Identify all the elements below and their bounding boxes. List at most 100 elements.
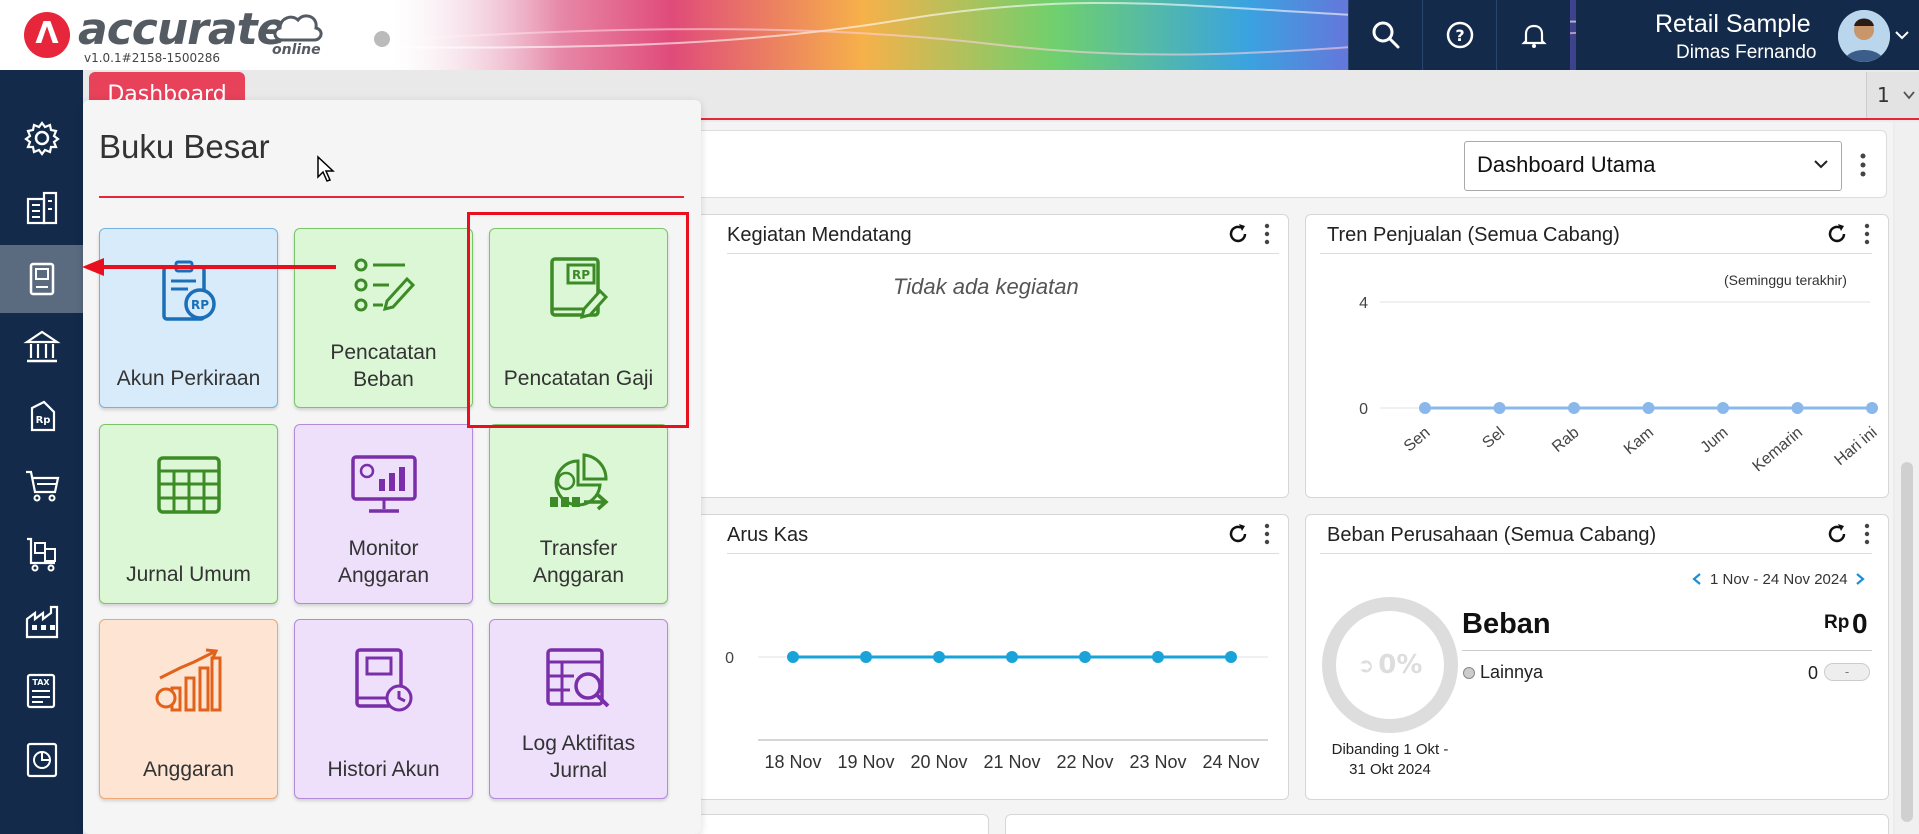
data-point <box>1493 402 1506 414</box>
user-name: Dimas Fernando <box>1676 42 1817 63</box>
data-point <box>1419 402 1431 414</box>
refresh-icon[interactable] <box>1825 522 1849 546</box>
tile-anggaran[interactable]: Anggaran <box>99 619 278 799</box>
sidebar-item-company[interactable] <box>0 173 83 241</box>
tile-histori-akun[interactable]: Histori Akun <box>294 619 473 799</box>
data-point <box>1791 402 1804 414</box>
budget-growth-icon <box>155 648 221 712</box>
menu-title-underline <box>99 196 684 198</box>
sidebar-item-reports[interactable] <box>0 726 83 794</box>
chevron-down-icon[interactable] <box>1894 27 1910 43</box>
scrollbar-thumb[interactable] <box>1901 462 1913 822</box>
compare-period: Dibanding 1 Okt - 31 Okt 2024 <box>1331 741 1449 778</box>
x-tick-label: 21 Nov <box>983 752 1040 772</box>
x-tick-label: Sel <box>1479 424 1508 452</box>
period-range: 1 Nov - 24 Nov 2024 <box>1710 571 1848 588</box>
kebab-icon[interactable] <box>1263 222 1271 246</box>
refresh-icon[interactable] <box>1825 222 1849 246</box>
y-tick-label: 4 <box>1359 295 1368 312</box>
data-point <box>1568 402 1580 414</box>
beban-currency: Rp <box>1824 612 1850 633</box>
tile-jurnal-umum[interactable]: Jurnal Umum <box>99 424 278 604</box>
sidebar-item-buku-besar[interactable] <box>0 245 83 313</box>
x-tick-label: Sen <box>1401 424 1434 455</box>
sidebar-item-manufacturing[interactable] <box>0 588 83 656</box>
warehouse-cart-icon <box>26 537 56 572</box>
app-root: Λ accurate online v1.0.1#2158-1500286 ? … <box>0 0 1919 834</box>
notification-button[interactable] <box>1496 0 1570 70</box>
journal-log-icon <box>545 648 609 708</box>
brand-suffix: online <box>272 42 321 58</box>
highlight-box <box>467 212 689 428</box>
tax-document-icon: TAX <box>26 673 55 709</box>
sidebar-item-inventory[interactable] <box>0 520 83 588</box>
bank-icon <box>22 330 61 363</box>
annotation-arrow-icon <box>82 258 336 276</box>
x-tick-label: Kemarin <box>1750 424 1807 475</box>
svg-text:?: ? <box>1455 26 1464 45</box>
tile-log-aktifitas-jurnal[interactable]: Log Aktifitas Jurnal <box>489 619 668 799</box>
company-name: Retail Sample <box>1655 10 1811 38</box>
divider <box>727 553 1279 554</box>
card-title: Kegiatan Mendatang <box>727 224 912 246</box>
menu-title: Buku Besar <box>99 128 270 165</box>
svg-text:RP: RP <box>190 298 208 312</box>
data-point <box>1006 651 1018 663</box>
refresh-icon[interactable] <box>1226 222 1250 246</box>
tren-penjualan-chart: 0 4 Sen Sel Rab Kam Jum Kemarin Hari ini <box>1359 295 1880 475</box>
arus-kas-chart: 0 18 Nov 19 Nov 20 Nov 21 Nov 22 Nov 23 Nov 24 … <box>725 650 1268 772</box>
tab-count-dropdown[interactable]: 1 <box>1866 72 1919 118</box>
arrow-circle-icon: ➲ <box>1357 653 1375 677</box>
status-dot <box>374 31 390 47</box>
tile-label: Monitor Anggaran <box>337 537 430 587</box>
card-kegiatan-mendatang <box>695 214 1289 498</box>
kebab-icon[interactable] <box>1863 522 1871 546</box>
kebab-icon[interactable] <box>1863 222 1871 246</box>
tile-label: Anggaran <box>142 758 235 781</box>
data-point <box>1079 651 1091 663</box>
mouse-cursor-icon <box>317 155 335 182</box>
version-label: v1.0.1#2158-1500286 <box>84 51 221 65</box>
divider <box>1320 253 1872 254</box>
ledger-book-icon <box>29 262 54 296</box>
refresh-icon[interactable] <box>1226 522 1250 546</box>
dashboard-select[interactable]: Dashboard Utama <box>1464 141 1842 191</box>
help-button[interactable]: ? <box>1422 0 1496 70</box>
accurate-logo[interactable]: Λ <box>24 12 70 58</box>
x-tick-label: Hari ini <box>1831 424 1880 469</box>
divider <box>727 253 1279 254</box>
x-tick-label: 23 Nov <box>1129 752 1186 772</box>
sidebar-item-sales[interactable]: Rp <box>0 382 83 450</box>
tile-label: Akun Perkiraan <box>116 367 261 390</box>
data-point <box>1225 651 1237 663</box>
tile-label: Jurnal Umum <box>126 563 251 586</box>
tile-label: Transfer Anggaran <box>532 537 625 587</box>
card-partial <box>695 814 989 834</box>
data-point <box>933 651 945 663</box>
chevron-down-icon <box>1814 160 1828 169</box>
dashboard-menu-kebab-icon[interactable] <box>1858 150 1868 180</box>
chevron-left-icon[interactable] <box>1691 572 1703 586</box>
tile-transfer-anggaran[interactable]: Transfer Anggaran <box>489 424 668 604</box>
chevron-right-icon[interactable] <box>1854 572 1866 586</box>
data-point <box>860 651 872 663</box>
sidebar-item-bank[interactable] <box>0 313 83 381</box>
price-tag-rp-icon: Rp <box>30 400 55 432</box>
legend-label: Lainnya <box>1480 662 1544 682</box>
tile-monitor-anggaran[interactable]: Monitor Anggaran <box>294 424 473 604</box>
x-tick-label: 24 Nov <box>1202 752 1259 772</box>
bell-icon <box>1520 24 1547 48</box>
journal-table-icon <box>156 456 221 514</box>
search-button[interactable] <box>1348 0 1422 70</box>
sidebar-item-settings[interactable] <box>0 104 83 172</box>
gear-icon <box>23 121 60 156</box>
kebab-icon[interactable] <box>1263 522 1271 546</box>
budget-monitor-icon <box>350 455 417 513</box>
avatar[interactable] <box>1838 10 1890 62</box>
data-point <box>1717 402 1729 414</box>
scrollbar[interactable] <box>1895 122 1919 834</box>
sidebar-item-purchase[interactable] <box>0 451 83 519</box>
search-icon <box>1372 21 1399 49</box>
sidebar-item-tax[interactable]: TAX <box>0 657 83 725</box>
divider <box>1462 650 1872 651</box>
